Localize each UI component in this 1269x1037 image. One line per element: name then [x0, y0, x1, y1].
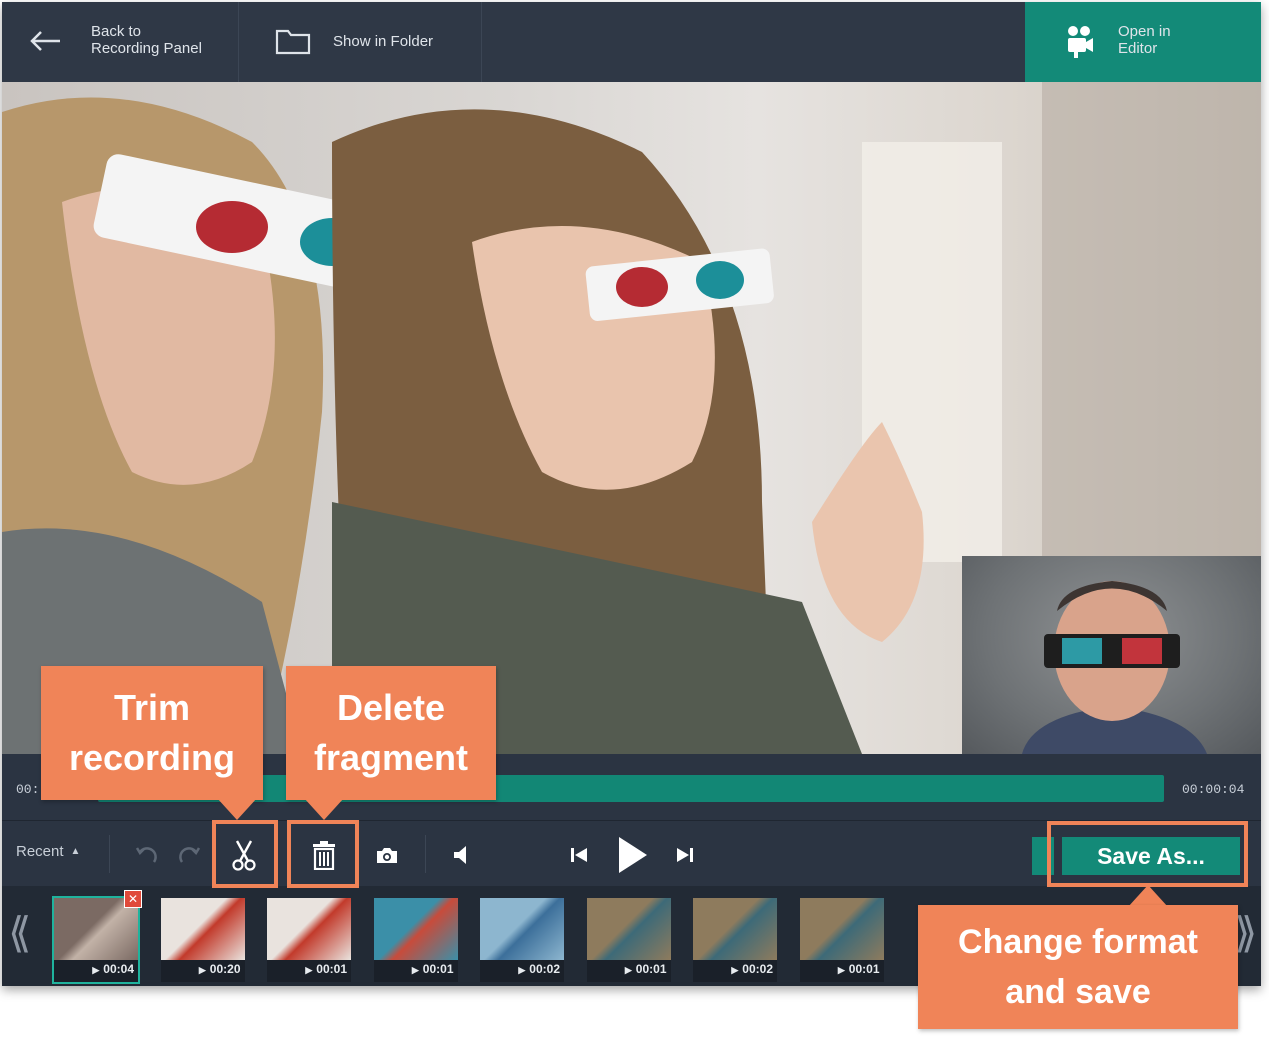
video-preview[interactable] [2, 82, 1261, 754]
delete-highlight [287, 820, 359, 888]
undo-button[interactable] [132, 841, 160, 869]
thumbnail-duration: ▶ 00:20 [161, 962, 245, 976]
skip-forward-icon [677, 848, 693, 862]
trim-highlight [212, 820, 278, 888]
back-to-recording-panel-button[interactable]: Back to Recording Panel [2, 2, 239, 82]
duration-text: 00:01 [635, 962, 667, 976]
recent-dropdown[interactable]: Recent ▲ [16, 843, 80, 860]
back-button-label: Back to Recording Panel [91, 23, 202, 57]
open-in-editor-label: Open in Editor [1118, 23, 1171, 57]
thumbnail-image [480, 898, 564, 960]
triangle-up-icon: ▲ [70, 846, 81, 857]
thumbnail-duration: ▶ 00:01 [267, 962, 351, 976]
duration-text: 00:01 [316, 962, 347, 976]
change-format-callout: Change format and save [918, 905, 1238, 1029]
trim-recording-callout: Trim recording [41, 666, 263, 800]
save-as-highlight [1047, 821, 1248, 887]
thumbnail-duration: ▶ 00:01 [800, 962, 884, 976]
speaker-icon [454, 846, 466, 864]
total-time: 00:00:04 [1182, 782, 1245, 797]
thumbnail-image [160, 898, 245, 960]
recording-thumbnail[interactable]: ▶ 00:01 [373, 898, 458, 982]
duration-text: 00:01 [848, 962, 880, 976]
thumbnail-image [693, 898, 777, 960]
undo-icon [135, 847, 157, 863]
thumbnail-duration: ▶ 00:02 [480, 962, 564, 976]
webcam-overlay[interactable] [962, 556, 1261, 754]
thumbnail-image [799, 898, 884, 960]
play-small-icon: ▶ [837, 965, 845, 975]
arrow-left-icon [30, 31, 60, 51]
thumbnail-image [373, 898, 458, 960]
play-button[interactable] [610, 833, 654, 877]
recording-thumbnail[interactable]: ▶ 00:01 [799, 898, 884, 982]
remove-thumbnail-icon[interactable]: ✕ [124, 890, 142, 908]
recording-thumbnail[interactable]: ▶ 00:01 [586, 898, 671, 982]
open-in-editor-button[interactable]: Open in Editor [1025, 2, 1261, 82]
redo-icon [179, 847, 201, 863]
next-frame-button[interactable] [670, 841, 700, 869]
thumbnail-duration: ▶ 00:01 [374, 962, 458, 976]
play-small-icon: ▶ [731, 965, 739, 975]
redo-button[interactable] [176, 841, 204, 869]
duration-text: 00:20 [209, 962, 241, 976]
duration-text: 00:02 [529, 962, 560, 976]
play-small-icon: ▶ [92, 965, 100, 975]
recording-thumbnail[interactable]: ▶ 00:20 [160, 898, 245, 982]
top-toolbar: Back to Recording Panel Show in Folder O… [2, 2, 1261, 82]
webcam-image [1022, 581, 1207, 754]
previous-frame-button[interactable] [564, 841, 594, 869]
play-small-icon: ▶ [198, 965, 206, 975]
volume-button[interactable] [448, 841, 478, 869]
snapshot-button[interactable] [372, 841, 402, 869]
recording-thumbnail[interactable]: ▶ 00:02 [480, 898, 564, 982]
thumbnail-duration: ▶ 00:01 [587, 962, 671, 976]
folder-icon [275, 29, 311, 55]
thumbnail-duration: ▶ 00:02 [693, 962, 777, 976]
thumbnail-image [267, 898, 351, 960]
play-small-icon: ▶ [624, 965, 632, 975]
play-small-icon: ▶ [305, 965, 313, 975]
recording-thumbnail[interactable]: ▶ 00:02 [693, 898, 777, 982]
play-small-icon: ▶ [411, 965, 419, 975]
camera-icon [377, 848, 397, 863]
thumbnail-duration: ▶ 00:04 [54, 962, 138, 976]
play-icon [619, 837, 647, 873]
current-time: 00: [16, 782, 40, 797]
film-camera-icon [1068, 26, 1093, 58]
recording-thumbnail[interactable]: ▶ 00:04 ✕ [52, 890, 142, 984]
skip-back-icon [571, 848, 587, 862]
delete-callout-tail [304, 798, 344, 820]
duration-text: 00:01 [422, 962, 454, 976]
recording-thumbnail[interactable]: ▶ 00:01 [267, 898, 351, 982]
scroll-left-icon[interactable]: ⟪ [8, 908, 31, 957]
duration-text: 00:04 [103, 962, 134, 976]
play-small-icon: ▶ [518, 965, 526, 975]
delete-fragment-callout: Delete fragment [286, 666, 496, 800]
trim-callout-tail [217, 798, 257, 820]
save-callout-tail [1128, 885, 1168, 907]
thumbnail-image [586, 898, 671, 960]
duration-text: 00:02 [742, 962, 773, 976]
recent-label: Recent [16, 843, 64, 860]
show-in-folder-button[interactable]: Show in Folder [239, 2, 482, 82]
show-in-folder-label: Show in Folder [333, 33, 434, 50]
